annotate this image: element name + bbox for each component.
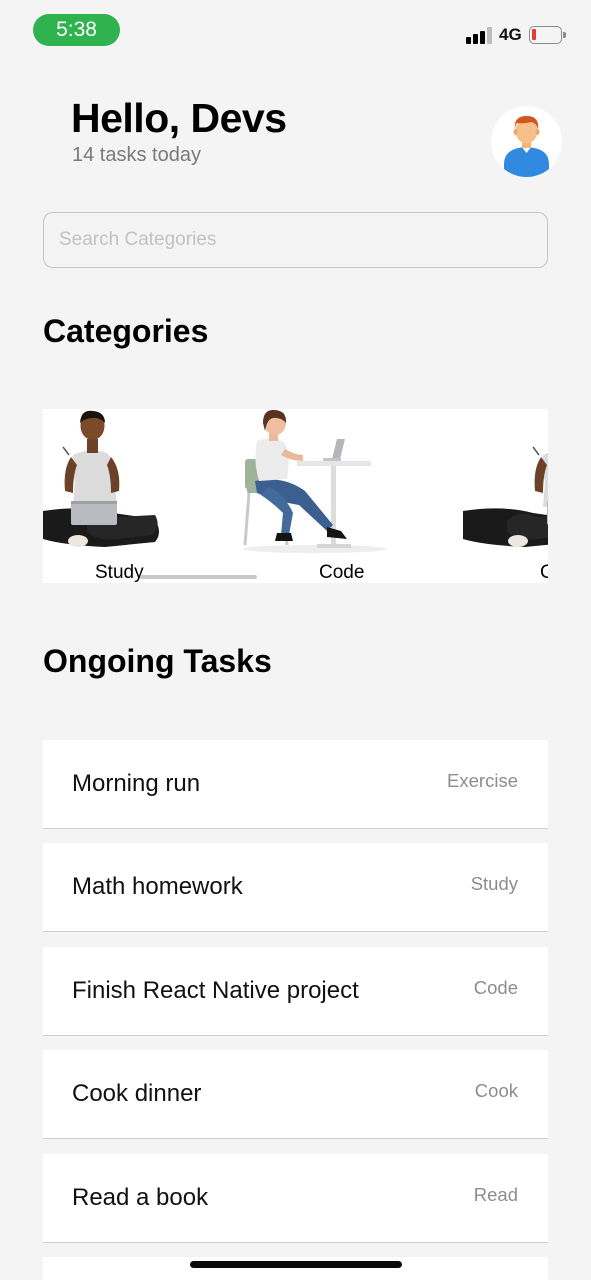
categories-carousel[interactable]: Study Code C [43,409,548,583]
task-category: Study [470,873,518,894]
task-name: Cook dinner [72,1080,202,1107]
status-bar: 5:38 4G [0,0,591,60]
task-item[interactable]: Cook dinner Cook [43,1050,548,1139]
task-item[interactable]: Morning run Exercise [43,740,548,829]
signal-bars-icon [466,26,492,44]
person-at-desk-illustration [243,409,387,553]
task-name: Math homework [72,873,243,900]
task-category: Code [473,977,518,998]
task-category: Cook [474,1080,518,1101]
ongoing-tasks-title: Ongoing Tasks [43,643,272,679]
task-name: Read a book [72,1184,209,1211]
network-type: 4G [499,25,522,44]
task-name: Morning run [72,770,201,797]
category-card-code[interactable]: Code [233,409,393,583]
user-avatar-icon[interactable] [491,106,562,177]
task-item[interactable]: Math homework Study [43,843,548,932]
categories-title: Categories [43,313,209,349]
home-indicator[interactable] [190,1261,402,1268]
battery-low-icon [529,26,566,44]
carousel-scroll-indicator[interactable] [140,575,257,579]
person-with-laptop-illustration [463,446,548,547]
task-count-subtitle: 14 tasks today [72,144,201,166]
status-time: 5:38 [33,14,120,46]
task-name: Finish React Native project [72,977,359,1004]
page-title: Hello, Devs [71,95,287,141]
task-category: Read [473,1184,518,1205]
person-with-laptop-illustration [43,410,159,547]
task-item[interactable]: Finish React Native project Code [43,947,548,1036]
search-input[interactable] [43,212,548,268]
category-card-study[interactable]: Study [43,409,213,583]
task-category: Exercise [447,770,518,791]
category-label: Code [319,562,365,583]
category-label: Study [95,562,144,583]
task-item[interactable]: Read a book Read [43,1154,548,1243]
category-card-partial[interactable]: C [463,409,548,583]
category-label: C [540,562,548,583]
